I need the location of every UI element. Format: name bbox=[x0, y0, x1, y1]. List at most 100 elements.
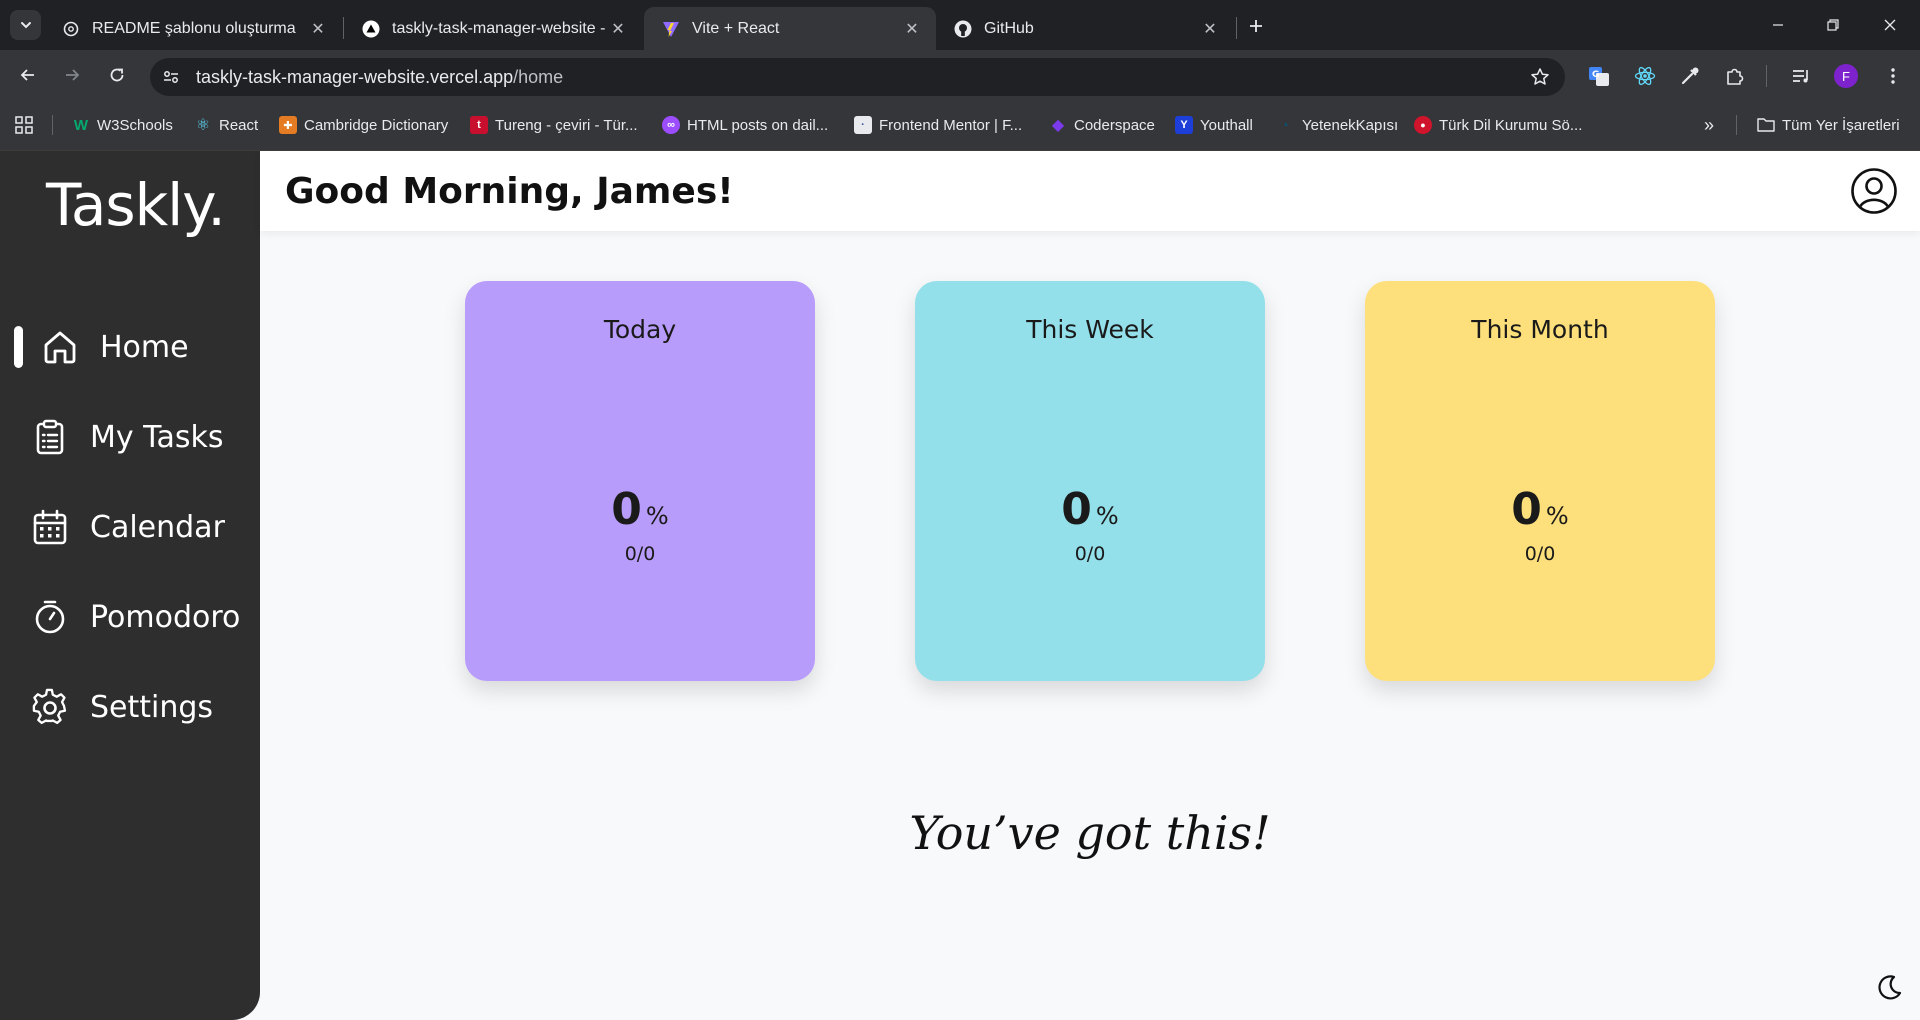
bookmark-label: Coderspace bbox=[1074, 116, 1155, 134]
tab-vite-react[interactable]: Vite + React ✕ bbox=[644, 7, 936, 50]
sidebar-item-pomodoro[interactable]: Pomodoro bbox=[30, 593, 240, 641]
tab-title: README şablonu oluşturma bbox=[92, 19, 296, 37]
percent-sign: % bbox=[645, 502, 669, 530]
bookmark-label: Cambridge Dictionary bbox=[304, 116, 449, 134]
percent-value: 0 bbox=[611, 484, 642, 535]
bookmark-label: React bbox=[219, 116, 259, 134]
toolbar-divider bbox=[1766, 65, 1767, 87]
close-icon[interactable]: ✕ bbox=[902, 19, 922, 39]
tab-vercel[interactable]: taskly-task-manager-website - ✕ bbox=[344, 7, 642, 50]
yetenekkapisi-icon: ▪ bbox=[1284, 119, 1288, 131]
bookmark-react[interactable]: ⚛ React bbox=[194, 114, 258, 136]
bookmark-star-icon[interactable] bbox=[1525, 62, 1555, 92]
tab-title: Vite + React bbox=[692, 19, 780, 37]
chevron-down-icon bbox=[20, 22, 31, 29]
coderspace-icon: ◆ bbox=[1051, 117, 1065, 134]
bookmark-daily-dev[interactable]: ∞ HTML posts on dail... bbox=[662, 114, 828, 136]
sidebar-item-home[interactable]: Home bbox=[40, 323, 189, 371]
sidebar-item-my-tasks[interactable]: My Tasks bbox=[30, 413, 224, 461]
sidebar-item-label: Home bbox=[100, 329, 189, 365]
bookmark-label: Tureng - çeviri - Tür... bbox=[495, 116, 638, 134]
more-menu-icon[interactable] bbox=[1880, 63, 1906, 89]
extensions-puzzle-icon[interactable] bbox=[1722, 63, 1748, 89]
profile-avatar[interactable]: F bbox=[1834, 64, 1858, 88]
daily-dev-icon: ∞ bbox=[662, 116, 680, 134]
apps-grid-icon[interactable] bbox=[14, 115, 34, 135]
bookmark-cambridge[interactable]: ✚ Cambridge Dictionary bbox=[279, 114, 448, 136]
bookmark-youthall[interactable]: Y Youthall bbox=[1175, 114, 1253, 136]
percent-sign: % bbox=[1545, 502, 1569, 530]
youthall-icon: Y bbox=[1175, 116, 1193, 134]
bookmark-w3schools[interactable]: W W3Schools bbox=[72, 114, 173, 136]
card-task-count: 0/0 bbox=[624, 543, 656, 565]
react-icon: ⚛ bbox=[195, 117, 211, 134]
motivational-quote: You’ve got this! bbox=[909, 806, 1271, 860]
bookmark-label: W3Schools bbox=[97, 116, 173, 134]
site-info-icon[interactable] bbox=[156, 62, 186, 92]
clipboard-icon bbox=[30, 417, 70, 457]
moon-icon[interactable] bbox=[1874, 973, 1904, 1003]
active-nav-indicator bbox=[14, 326, 23, 368]
page-title: Good Morning, James! bbox=[285, 171, 734, 212]
translate-extension-icon[interactable]: G bbox=[1586, 63, 1612, 89]
bookmark-label: Frontend Mentor | F... bbox=[879, 116, 1023, 134]
percent-value: 0 bbox=[1511, 484, 1542, 535]
react-devtools-icon[interactable] bbox=[1632, 63, 1658, 89]
w3schools-icon: W bbox=[73, 116, 89, 134]
url-path: /home bbox=[513, 66, 564, 87]
address-bar[interactable]: taskly-task-manager-website.vercel.app/h… bbox=[150, 58, 1565, 96]
calendar-icon bbox=[30, 507, 70, 547]
sidebar-item-label: My Tasks bbox=[90, 419, 224, 455]
restore-button[interactable] bbox=[1818, 10, 1848, 40]
bookmark-label: Youthall bbox=[1200, 116, 1253, 134]
forward-button[interactable] bbox=[56, 59, 88, 91]
new-tab-button[interactable] bbox=[1242, 12, 1270, 40]
bookmark-yetenekkapisi[interactable]: ▪ YetenekKapısı bbox=[1277, 114, 1398, 136]
minimize-icon bbox=[1773, 24, 1783, 26]
tab-title: GitHub bbox=[984, 19, 1034, 37]
tab-github[interactable]: GitHub ✕ bbox=[936, 7, 1234, 50]
page-header: Good Morning, James! bbox=[260, 151, 1920, 231]
card-task-count: 0/0 bbox=[1074, 543, 1106, 565]
media-controls-icon[interactable] bbox=[1788, 63, 1814, 89]
all-bookmarks-folder[interactable]: Tüm Yer İşaretleri bbox=[1757, 114, 1900, 136]
bookmark-tdk[interactable]: ● Türk Dil Kurumu Sö... bbox=[1414, 114, 1582, 136]
restore-icon bbox=[1827, 19, 1839, 31]
more-bookmarks-chevron-icon[interactable]: » bbox=[1698, 114, 1720, 136]
color-picker-icon[interactable] bbox=[1677, 63, 1703, 89]
tab-search-button[interactable] bbox=[10, 10, 41, 40]
back-button[interactable] bbox=[12, 59, 44, 91]
svg-text:G: G bbox=[1592, 70, 1599, 80]
sidebar-item-calendar[interactable]: Calendar bbox=[30, 503, 225, 551]
tab-readme[interactable]: README şablonu oluşturma ✕ bbox=[44, 7, 342, 50]
close-icon[interactable]: ✕ bbox=[608, 19, 628, 39]
minimize-button[interactable] bbox=[1763, 10, 1793, 40]
card-task-count: 0/0 bbox=[1524, 543, 1556, 565]
url-text: taskly-task-manager-website.vercel.app/h… bbox=[196, 67, 1525, 88]
arrow-left-icon bbox=[20, 69, 34, 81]
progress-card-this-week: This Week 0% 0/0 bbox=[915, 281, 1265, 681]
github-icon bbox=[954, 20, 972, 38]
close-window-button[interactable] bbox=[1875, 10, 1905, 40]
card-title: This Week bbox=[1026, 315, 1154, 344]
progress-card-this-month: This Month 0% 0/0 bbox=[1365, 281, 1715, 681]
reload-button[interactable] bbox=[101, 59, 133, 91]
app-logo: Taskly. bbox=[46, 171, 226, 239]
bookmarks-divider bbox=[1736, 115, 1737, 135]
bookmark-coderspace[interactable]: ◆ Coderspace bbox=[1049, 114, 1155, 136]
user-profile-icon[interactable] bbox=[1850, 167, 1898, 215]
gear-icon bbox=[30, 687, 70, 727]
bookmark-tureng[interactable]: t Tureng - çeviri - Tür... bbox=[470, 114, 638, 136]
percent-value: 0 bbox=[1061, 484, 1092, 535]
browser-tab-strip: README şablonu oluşturma ✕ taskly-task-m… bbox=[0, 0, 1920, 50]
sidebar-item-settings[interactable]: Settings bbox=[30, 683, 213, 731]
close-icon[interactable]: ✕ bbox=[1200, 19, 1220, 39]
sidebar: Taskly. Home My Tasks Calendar Pomodoro bbox=[0, 151, 260, 1020]
close-icon[interactable]: ✕ bbox=[308, 19, 328, 39]
bookmark-frontend-mentor[interactable]: · Frontend Mentor | F... bbox=[854, 114, 1022, 136]
browser-toolbar: taskly-task-manager-website.vercel.app/h… bbox=[0, 50, 1920, 100]
page-viewport: Taskly. Home My Tasks Calendar Pomodoro bbox=[0, 151, 1920, 1020]
sidebar-item-label: Calendar bbox=[90, 509, 225, 545]
card-percent: 0% bbox=[465, 484, 815, 535]
home-icon bbox=[40, 327, 80, 367]
